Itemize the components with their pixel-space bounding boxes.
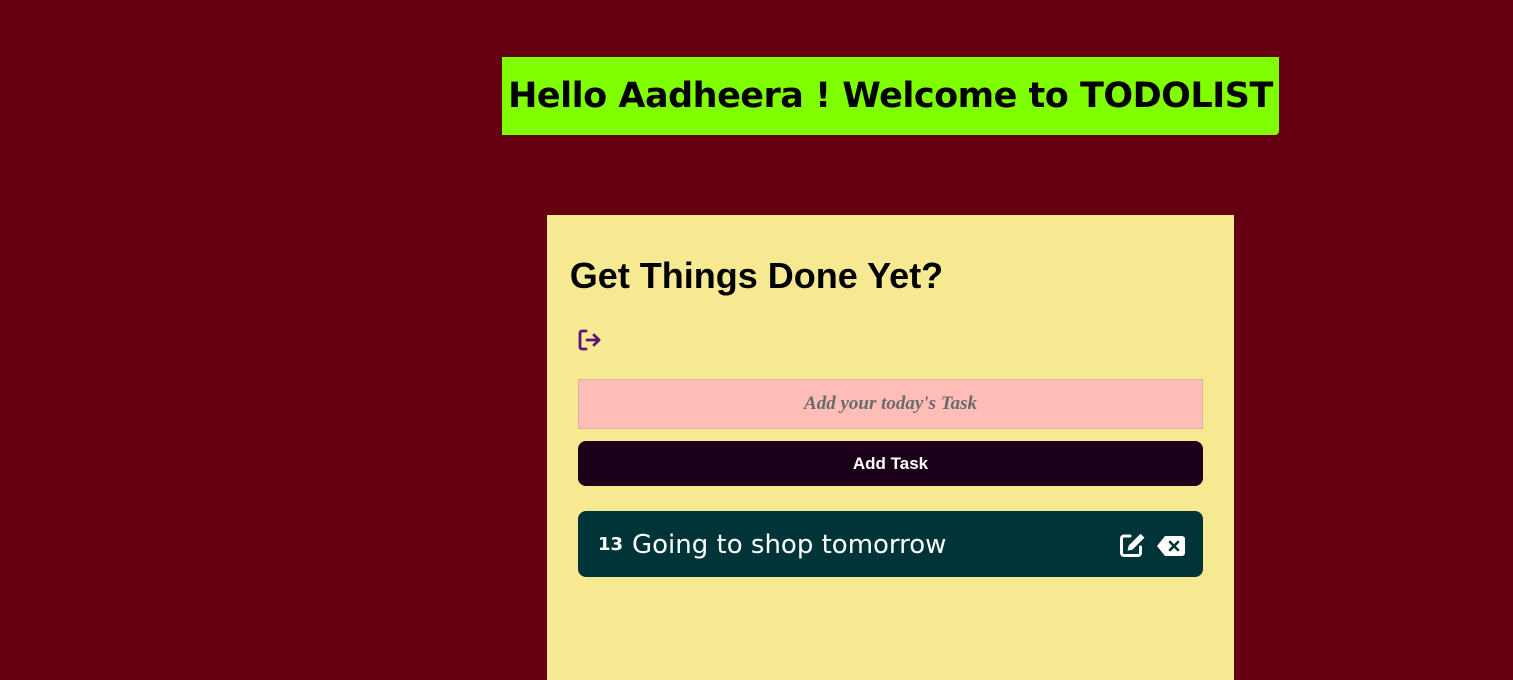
logout-button[interactable] [577,327,603,353]
welcome-text: Hello Aadheera ! Welcome to TODOLIST [508,76,1273,116]
welcome-banner: Hello Aadheera ! Welcome to TODOLIST [502,57,1279,135]
task-text: Going to shop tomorrow [632,530,947,560]
edit-task-button[interactable] [1119,532,1147,558]
page-background: Hello Aadheera ! Welcome to TODOLIST Get… [0,0,1513,680]
delete-left-icon [1157,536,1185,556]
delete-task-button[interactable] [1156,535,1186,557]
right-from-bracket-icon [578,329,601,351]
card-title: Get Things Done Yet? [569,255,944,296]
task-input[interactable] [578,379,1203,429]
task-number: 13 [598,534,624,555]
task-item: 13 Going to shop tomorrow [578,511,1203,577]
add-task-button[interactable]: Add Task [578,441,1203,486]
pen-to-square-icon [1120,533,1145,557]
